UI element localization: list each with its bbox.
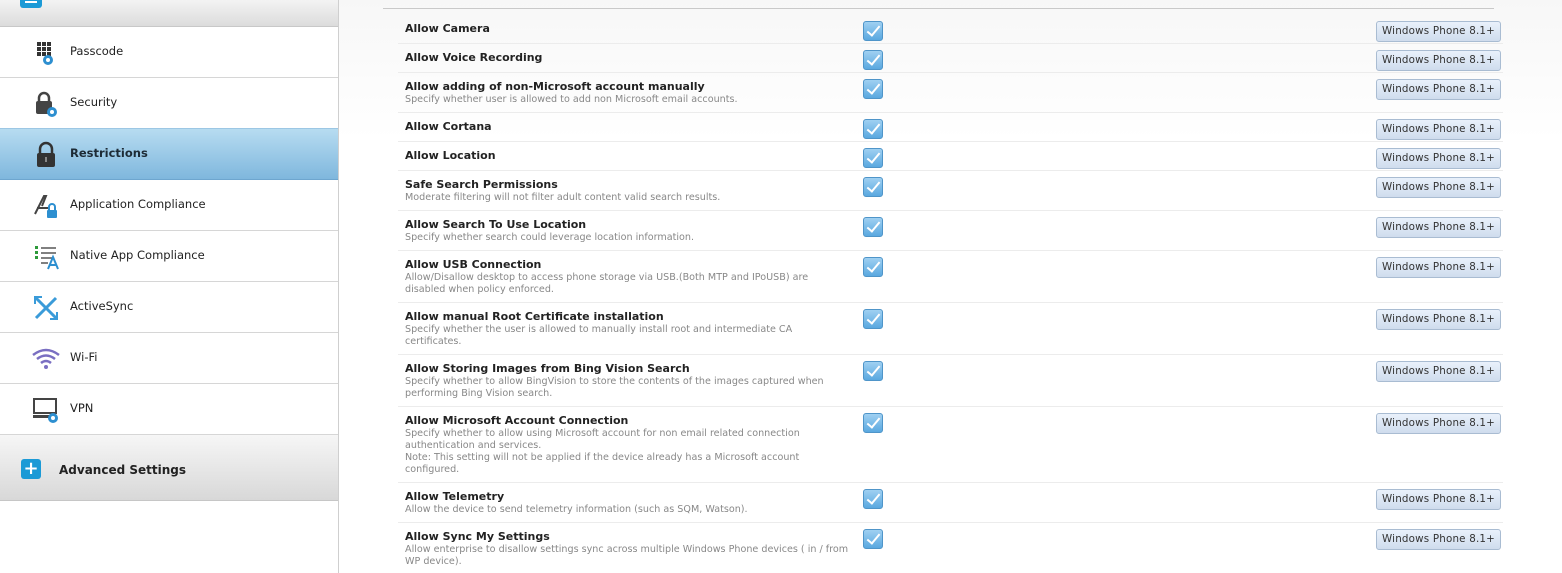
restriction-row-non-microsoft-account: Allow adding of non-Microsoft account ma… xyxy=(398,73,1503,113)
platform-badge[interactable]: Windows Phone 8.1+ xyxy=(1376,148,1501,169)
plus-icon[interactable]: + xyxy=(21,459,41,479)
sidebar-item-label: Restrictions xyxy=(70,146,148,160)
restriction-description: Specify whether to allow using Microsoft… xyxy=(405,428,800,451)
restriction-row-safe-search: Safe Search Permissions Moderate filteri… xyxy=(398,171,1503,211)
platform-badge[interactable]: Windows Phone 8.1+ xyxy=(1376,79,1501,100)
sidebar-item-label: Application Compliance xyxy=(70,197,206,211)
restriction-description: Allow enterprise to disallow settings sy… xyxy=(405,544,849,567)
restriction-description: Moderate filtering will not filter adult… xyxy=(405,192,721,203)
platform-badge[interactable]: Windows Phone 8.1+ xyxy=(1376,309,1501,330)
advanced-settings-section[interactable]: + Advanced Settings xyxy=(0,435,338,501)
platform-badge[interactable]: Windows Phone 8.1+ xyxy=(1376,21,1501,42)
allow-microsoft-account-connection-checkbox[interactable] xyxy=(863,413,883,433)
platform-badge[interactable]: Windows Phone 8.1+ xyxy=(1376,217,1501,238)
lock-icon xyxy=(32,141,60,169)
restriction-row-usb-connection: Allow USB Connection Allow/Disallow desk… xyxy=(398,251,1503,303)
collapse-icon[interactable] xyxy=(20,0,42,8)
platform-badge[interactable]: Windows Phone 8.1+ xyxy=(1376,119,1501,140)
sidebar-item-native-app-compliance[interactable]: Native App Compliance xyxy=(0,231,338,282)
restriction-title: Allow Microsoft Account Connection xyxy=(405,414,629,427)
allow-sync-settings-checkbox[interactable] xyxy=(863,529,883,549)
restriction-title: Allow Storing Images from Bing Vision Se… xyxy=(405,362,690,375)
restriction-title: Allow Cortana xyxy=(405,120,492,133)
divider xyxy=(383,8,1494,9)
sidebar-item-label: Security xyxy=(70,95,118,109)
safe-search-checkbox[interactable] xyxy=(863,177,883,197)
restriction-title: Allow Camera xyxy=(405,22,490,35)
restriction-row-bing-vision: Allow Storing Images from Bing Vision Se… xyxy=(398,355,1503,407)
security-icon xyxy=(32,90,60,118)
restriction-title: Allow Search To Use Location xyxy=(405,218,587,231)
allow-usb-connection-checkbox[interactable] xyxy=(863,257,883,277)
allow-voice-recording-checkbox[interactable] xyxy=(863,50,883,70)
restriction-row-root-certificate: Allow manual Root Certificate installati… xyxy=(398,303,1503,355)
restriction-description: Allow/Disallow desktop to access phone s… xyxy=(405,272,809,295)
native-app-compliance-icon xyxy=(32,243,60,271)
allow-non-microsoft-account-checkbox[interactable] xyxy=(863,79,883,99)
app-window: Passcode Security Restrictions Applicati… xyxy=(0,0,1562,573)
sidebar: Passcode Security Restrictions Applicati… xyxy=(0,0,339,573)
sidebar-item-label: VPN xyxy=(70,401,94,415)
sidebar-item-security[interactable]: Security xyxy=(0,78,338,129)
restriction-row-camera: Allow Camera Windows Phone 8.1+ xyxy=(398,15,1503,44)
allow-search-location-checkbox[interactable] xyxy=(863,217,883,237)
allow-camera-checkbox[interactable] xyxy=(863,21,883,41)
restriction-title: Allow adding of non-Microsoft account ma… xyxy=(405,80,705,93)
restriction-row-location: Allow Location Windows Phone 8.1+ xyxy=(398,142,1503,171)
restriction-note: Note: This setting will not be applied i… xyxy=(405,452,800,475)
restriction-title: Allow Voice Recording xyxy=(405,51,543,64)
vpn-icon xyxy=(32,396,60,424)
restriction-row-telemetry: Allow Telemetry Allow the device to send… xyxy=(398,483,1503,523)
platform-badge[interactable]: Windows Phone 8.1+ xyxy=(1376,177,1501,198)
passcode-icon xyxy=(32,39,60,67)
app-compliance-icon xyxy=(32,192,60,220)
restriction-description: Allow the device to send telemetry infor… xyxy=(405,504,748,515)
platform-badge[interactable]: Windows Phone 8.1+ xyxy=(1376,413,1501,434)
restriction-description: Specify whether the user is allowed to m… xyxy=(405,324,793,347)
sidebar-item-label: Passcode xyxy=(70,44,124,58)
restriction-title: Allow Telemetry xyxy=(405,490,505,503)
allow-telemetry-checkbox[interactable] xyxy=(863,489,883,509)
platform-badge[interactable]: Windows Phone 8.1+ xyxy=(1376,50,1501,71)
restriction-title: Allow manual Root Certificate installati… xyxy=(405,310,664,323)
restriction-title: Allow Sync My Settings xyxy=(405,530,550,543)
sidebar-item-activesync[interactable]: ActiveSync xyxy=(0,282,338,333)
sidebar-item-label: Wi-Fi xyxy=(70,350,98,364)
allow-bing-vision-checkbox[interactable] xyxy=(863,361,883,381)
sidebar-item-application-compliance[interactable]: Application Compliance xyxy=(0,180,338,231)
restriction-row-cortana: Allow Cortana Windows Phone 8.1+ xyxy=(398,113,1503,142)
allow-location-checkbox[interactable] xyxy=(863,148,883,168)
restriction-row-sync-settings: Allow Sync My Settings Allow enterprise … xyxy=(398,523,1503,573)
platform-badge[interactable]: Windows Phone 8.1+ xyxy=(1376,257,1501,278)
restriction-title: Allow Location xyxy=(405,149,496,162)
allow-cortana-checkbox[interactable] xyxy=(863,119,883,139)
restriction-title: Allow USB Connection xyxy=(405,258,542,271)
activesync-icon xyxy=(32,294,60,322)
restriction-row-microsoft-account-connection: Allow Microsoft Account Connection Speci… xyxy=(398,407,1503,483)
allow-root-certificate-checkbox[interactable] xyxy=(863,309,883,329)
advanced-settings-label: Advanced Settings xyxy=(59,463,187,477)
sidebar-section-header[interactable] xyxy=(0,0,338,27)
sidebar-item-passcode[interactable]: Passcode xyxy=(0,27,338,78)
restriction-row-voice-recording: Allow Voice Recording Windows Phone 8.1+ xyxy=(398,44,1503,73)
restrictions-panel: Allow Camera Windows Phone 8.1+ Allow Vo… xyxy=(339,0,1562,573)
sidebar-item-label: ActiveSync xyxy=(70,299,134,313)
restriction-title: Safe Search Permissions xyxy=(405,178,558,191)
restriction-description: Specify whether to allow BingVision to s… xyxy=(405,376,824,399)
sidebar-item-vpn[interactable]: VPN xyxy=(0,384,338,435)
restriction-description: Specify whether search could leverage lo… xyxy=(405,232,695,243)
sidebar-item-restrictions[interactable]: Restrictions xyxy=(0,128,338,180)
platform-badge[interactable]: Windows Phone 8.1+ xyxy=(1376,361,1501,382)
wifi-icon xyxy=(32,345,60,373)
restriction-description: Specify whether user is allowed to add n… xyxy=(405,94,738,105)
platform-badge[interactable]: Windows Phone 8.1+ xyxy=(1376,529,1501,550)
restriction-row-search-location: Allow Search To Use Location Specify whe… xyxy=(398,211,1503,251)
sidebar-item-label: Native App Compliance xyxy=(70,248,205,262)
sidebar-item-wifi[interactable]: Wi-Fi xyxy=(0,333,338,384)
platform-badge[interactable]: Windows Phone 8.1+ xyxy=(1376,489,1501,510)
